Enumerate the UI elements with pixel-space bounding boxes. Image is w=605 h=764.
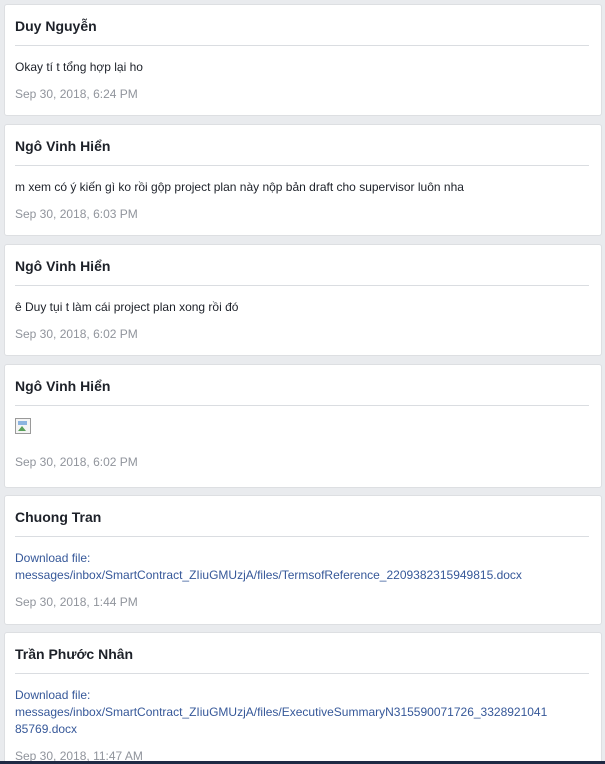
message-card: Chuong Tran Download file: messages/inbo… bbox=[4, 495, 602, 625]
message-timestamp: Sep 30, 2018, 6:02 PM bbox=[15, 327, 138, 341]
file-path-continued: 85769.docx bbox=[15, 722, 78, 736]
divider bbox=[15, 165, 589, 166]
message-author: Duy Nguyễn bbox=[15, 18, 97, 34]
message-text: Okay tí t tổng hợp lại ho bbox=[15, 60, 143, 74]
divider bbox=[15, 285, 589, 286]
message-text: ê Duy tụi t làm cái project plan xong rồ… bbox=[15, 300, 239, 314]
download-file-link[interactable]: Download file: messages/inbox/SmartContr… bbox=[15, 550, 589, 584]
download-file-link[interactable]: Download file: messages/inbox/SmartContr… bbox=[15, 687, 589, 738]
file-path: messages/inbox/SmartContract_ZIiuGMUzjA/… bbox=[15, 705, 548, 719]
divider bbox=[15, 673, 589, 674]
message-card: Ngô Vinh Hiển Sep 30, 2018, 6:02 PM bbox=[4, 364, 602, 488]
divider bbox=[15, 45, 589, 46]
file-path: messages/inbox/SmartContract_ZIiuGMUzjA/… bbox=[15, 568, 522, 582]
divider bbox=[15, 536, 589, 537]
message-timestamp: Sep 30, 2018, 6:24 PM bbox=[15, 87, 138, 101]
message-timestamp: Sep 30, 2018, 1:44 PM bbox=[15, 595, 138, 609]
message-author: Ngô Vinh Hiển bbox=[15, 138, 111, 154]
message-author: Ngô Vinh Hiển bbox=[15, 258, 111, 274]
message-author: Ngô Vinh Hiển bbox=[15, 378, 111, 394]
message-author: Trần Phước Nhân bbox=[15, 646, 134, 662]
message-text: m xem có ý kiến gì ko rồi gộp project pl… bbox=[15, 180, 464, 194]
message-card: Ngô Vinh Hiển ê Duy tụi t làm cái projec… bbox=[4, 244, 602, 356]
message-timestamp: Sep 30, 2018, 6:02 PM bbox=[15, 455, 138, 469]
message-card: Trần Phước Nhân Download file: messages/… bbox=[4, 632, 602, 764]
divider bbox=[15, 405, 589, 406]
message-card: Duy Nguyễn Okay tí t tổng hợp lại ho Sep… bbox=[4, 4, 602, 116]
download-label: Download file: bbox=[15, 688, 91, 702]
message-timestamp: Sep 30, 2018, 6:03 PM bbox=[15, 207, 138, 221]
message-feed: Duy Nguyễn Okay tí t tổng hợp lại ho Sep… bbox=[0, 0, 605, 764]
broken-image-icon[interactable] bbox=[15, 418, 31, 434]
download-label: Download file: bbox=[15, 551, 91, 565]
message-card: Ngô Vinh Hiển m xem có ý kiến gì ko rồi … bbox=[4, 124, 602, 236]
message-author: Chuong Tran bbox=[15, 509, 102, 525]
